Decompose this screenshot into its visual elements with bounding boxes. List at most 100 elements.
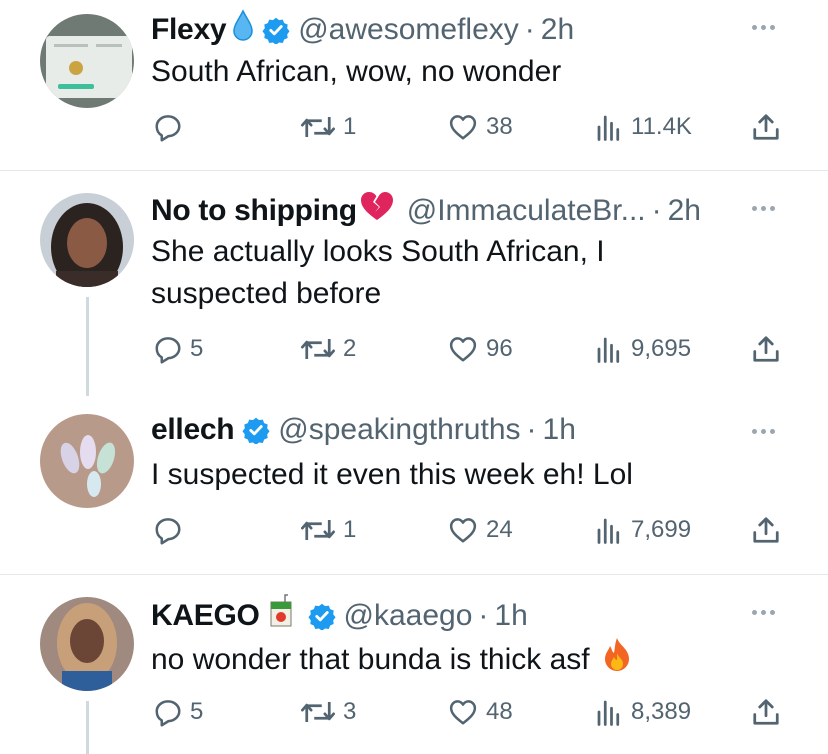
- views-button[interactable]: 7,699: [594, 513, 691, 547]
- heart-icon: [447, 515, 479, 545]
- user-handle[interactable]: @speakingthruths: [278, 412, 520, 448]
- reply-button[interactable]: 5: [153, 332, 203, 366]
- action-bar: 5 2 96 9,695: [0, 332, 828, 366]
- timestamp[interactable]: 2h: [541, 12, 574, 48]
- verified-badge-icon: [242, 416, 270, 444]
- like-count: 38: [486, 113, 513, 140]
- retweet-count: 3: [343, 698, 357, 725]
- retweet-button[interactable]: 1: [300, 513, 356, 547]
- avatar[interactable]: [40, 14, 134, 108]
- retweet-icon: [300, 697, 336, 727]
- view-count: 7,699: [631, 516, 692, 543]
- like-button[interactable]: 24: [447, 513, 513, 547]
- user-handle[interactable]: @ImmaculateBr...: [407, 193, 646, 229]
- retweet-icon: [300, 112, 336, 142]
- tweet-text-line: I suspected it even this week eh! Lol: [151, 458, 633, 491]
- share-button[interactable]: [751, 513, 781, 547]
- tweet-text: I suspected it even this week eh! Lol: [151, 454, 771, 496]
- retweet-count: 1: [343, 113, 357, 140]
- juice-box-icon: [268, 594, 294, 637]
- retweet-icon: [300, 515, 336, 545]
- more-options-icon[interactable]: [752, 25, 775, 30]
- tweet[interactable]: Flexy @awesomeflexy · 2h South African, …: [0, 0, 828, 170]
- display-name[interactable]: ellech: [151, 412, 235, 448]
- retweet-count: 1: [343, 516, 357, 543]
- separator: ·: [524, 12, 535, 46]
- user-handle[interactable]: @kaaego: [344, 598, 473, 634]
- reply-icon: [153, 515, 183, 545]
- reply-count: 5: [190, 335, 204, 362]
- tweet-header: Flexy @awesomeflexy · 2h: [151, 9, 574, 50]
- share-button[interactable]: [751, 110, 781, 144]
- view-count: 11.4K: [631, 113, 692, 140]
- avatar[interactable]: [40, 597, 134, 691]
- verified-badge-icon: [262, 16, 290, 44]
- view-count: 9,695: [631, 335, 692, 362]
- reply-icon: [153, 334, 183, 364]
- user-handle[interactable]: @awesomeflexy: [298, 12, 519, 48]
- timestamp[interactable]: 2h: [668, 193, 701, 229]
- retweet-icon: [300, 334, 336, 364]
- display-name[interactable]: No to shipping: [151, 193, 357, 229]
- like-count: 96: [486, 335, 513, 362]
- views-button[interactable]: 8,389: [594, 695, 691, 729]
- tweet-text: She actually looks South African, I susp…: [151, 231, 771, 315]
- display-name[interactable]: Flexy: [151, 12, 227, 48]
- like-button[interactable]: 38: [447, 110, 513, 144]
- heart-icon: [447, 112, 479, 142]
- more-options-icon[interactable]: [752, 206, 775, 211]
- retweet-count: 2: [343, 335, 357, 362]
- separator: ·: [478, 598, 489, 632]
- like-count: 48: [486, 698, 513, 725]
- reply-count: 5: [190, 698, 204, 725]
- retweet-button[interactable]: 1: [300, 110, 356, 144]
- reply-button[interactable]: 5: [153, 695, 203, 729]
- view-count: 8,389: [631, 698, 692, 725]
- tweet[interactable]: KAEGO @kaaego · 1h no wonder that bunda …: [0, 575, 828, 754]
- timestamp[interactable]: 1h: [543, 412, 576, 448]
- avatar[interactable]: [40, 414, 134, 508]
- like-button[interactable]: 48: [447, 695, 513, 729]
- share-icon: [751, 334, 781, 364]
- avatar-image: [40, 14, 134, 108]
- reply-button[interactable]: [153, 513, 183, 547]
- timestamp[interactable]: 1h: [494, 598, 527, 634]
- tweet-text: South African, wow, no wonder: [151, 51, 771, 93]
- views-button[interactable]: 11.4K: [594, 110, 692, 144]
- share-button[interactable]: [751, 695, 781, 729]
- retweet-button[interactable]: 2: [300, 332, 356, 366]
- views-icon: [594, 112, 624, 142]
- avatar-image: [40, 193, 134, 287]
- like-button[interactable]: 96: [447, 332, 513, 366]
- more-options-icon[interactable]: [752, 610, 775, 615]
- tweet-text-line: suspected before: [151, 277, 382, 310]
- verified-badge-icon: [308, 602, 336, 630]
- tweet[interactable]: ellech @speakingthruths · 1h I suspected…: [0, 396, 828, 574]
- display-name[interactable]: KAEGO: [151, 598, 260, 634]
- action-bar: 1 24 7,699: [0, 513, 828, 547]
- share-icon: [751, 515, 781, 545]
- more-options-icon[interactable]: [752, 429, 775, 434]
- views-icon: [594, 697, 624, 727]
- avatar[interactable]: [40, 193, 134, 287]
- tweet-text-line: no wonder that bunda is thick asf: [151, 636, 771, 684]
- fire-icon: [602, 636, 632, 684]
- separator: ·: [651, 193, 662, 227]
- retweet-button[interactable]: 3: [300, 695, 356, 729]
- droplet-icon: [232, 9, 254, 50]
- tweet[interactable]: No to shipping @ImmaculateBr... · 2h She…: [0, 171, 828, 396]
- share-icon: [751, 697, 781, 727]
- broken-heart-icon: [359, 190, 395, 231]
- heart-icon: [447, 697, 479, 727]
- tweet-header: No to shipping @ImmaculateBr... · 2h: [151, 190, 701, 231]
- views-button[interactable]: 9,695: [594, 332, 691, 366]
- tweet-header: KAEGO @kaaego · 1h: [151, 594, 528, 637]
- tweet-text-line: South African, wow, no wonder: [151, 55, 562, 88]
- avatar-image: [40, 597, 134, 691]
- reply-button[interactable]: [153, 110, 183, 144]
- separator: ·: [526, 413, 537, 446]
- views-icon: [594, 515, 624, 545]
- share-icon: [751, 112, 781, 142]
- share-button[interactable]: [751, 332, 781, 366]
- tweet-text-line: She actually looks South African, I: [151, 235, 605, 268]
